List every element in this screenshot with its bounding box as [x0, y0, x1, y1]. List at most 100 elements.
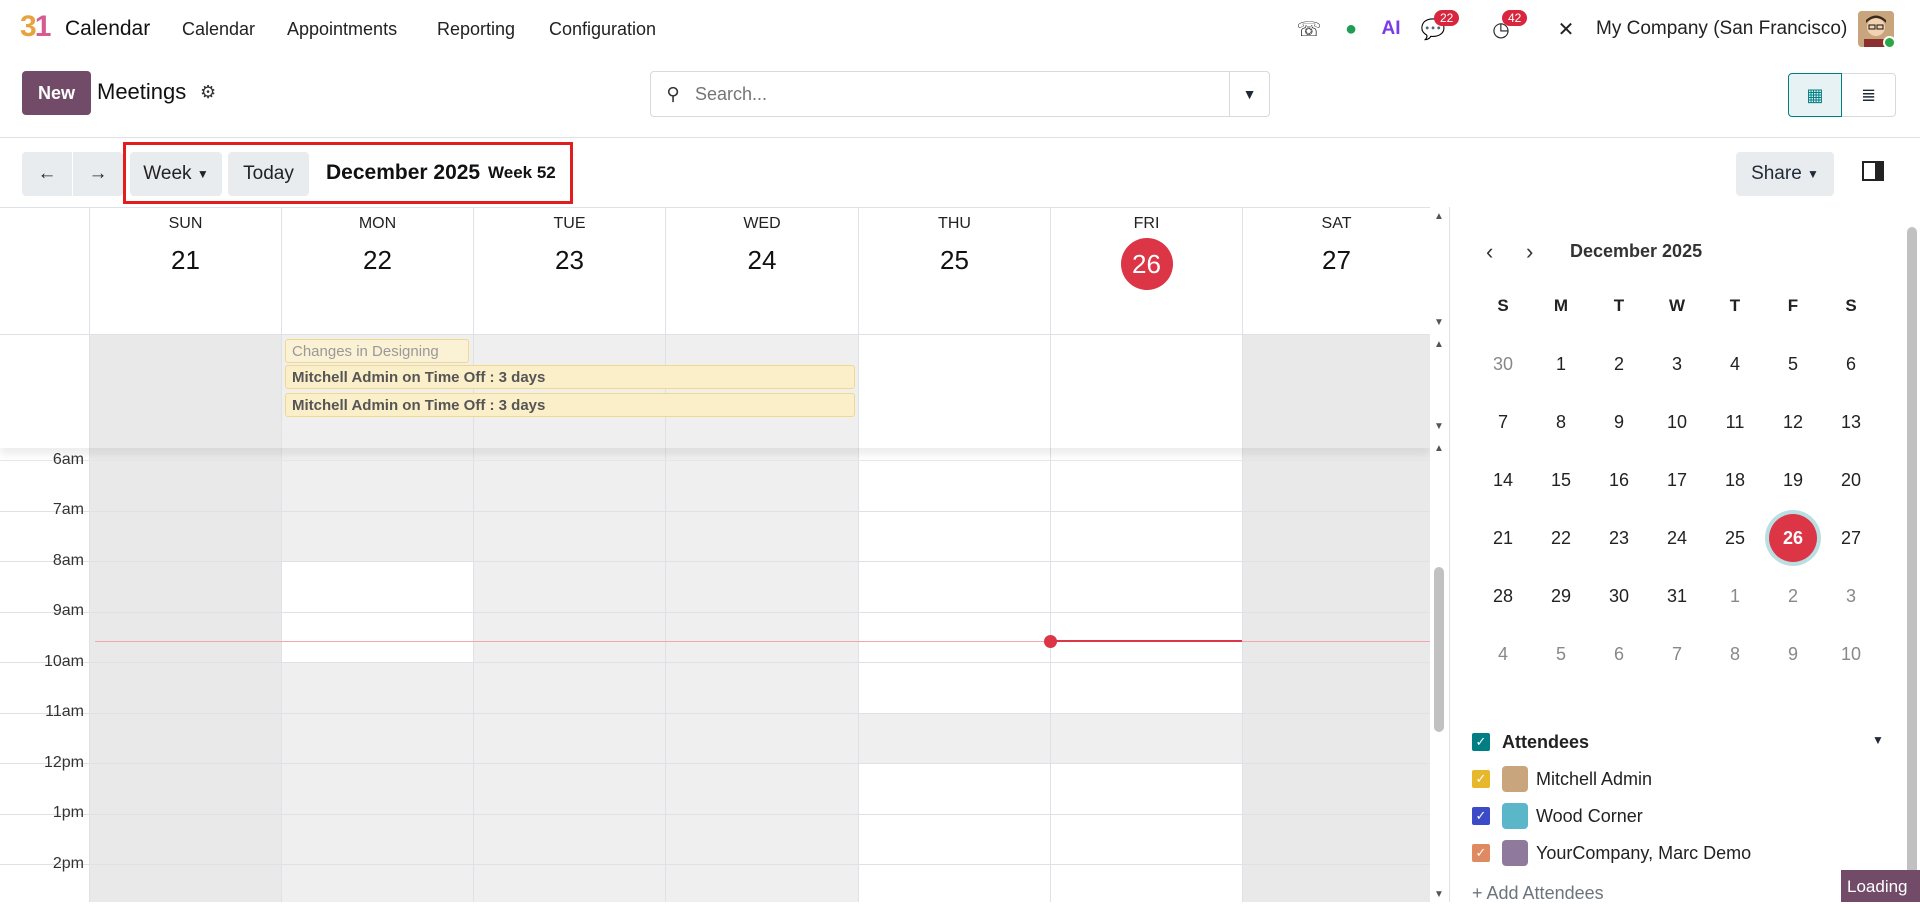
- search-options-toggle[interactable]: ▼: [1229, 72, 1269, 116]
- day-header[interactable]: THU 25: [858, 208, 1050, 334]
- mini-day[interactable]: 1: [1532, 335, 1590, 393]
- mini-day[interactable]: 1: [1706, 567, 1764, 625]
- mini-day[interactable]: 6: [1590, 625, 1648, 683]
- app-name[interactable]: Calendar: [65, 17, 150, 41]
- calendar-app-icon[interactable]: 31: [20, 10, 51, 44]
- search-input[interactable]: [695, 83, 1215, 105]
- side-panel-scrollbar[interactable]: [1905, 207, 1919, 902]
- chat-icon[interactable]: 💬 22: [1420, 10, 1460, 42]
- mini-day[interactable]: 18: [1706, 451, 1764, 509]
- calendar-toolbar: ← → Week ▼ Today December 2025 Week 52 S…: [0, 139, 1920, 207]
- mini-day[interactable]: 13: [1822, 393, 1880, 451]
- mini-day[interactable]: 17: [1648, 451, 1706, 509]
- previous-button[interactable]: ←: [22, 152, 72, 196]
- mini-day[interactable]: 30: [1590, 567, 1648, 625]
- mini-day[interactable]: 25: [1706, 509, 1764, 567]
- mini-day[interactable]: 8: [1706, 625, 1764, 683]
- menu-configuration[interactable]: Configuration: [549, 19, 656, 40]
- mini-day[interactable]: 24: [1648, 509, 1706, 567]
- mini-day[interactable]: 10: [1648, 393, 1706, 451]
- day-header[interactable]: TUE 23: [473, 208, 665, 334]
- list-view-button[interactable]: ≣: [1842, 73, 1896, 117]
- ai-icon[interactable]: AI: [1378, 16, 1404, 42]
- mini-day[interactable]: 28: [1474, 567, 1532, 625]
- check-icon[interactable]: ✓: [1472, 844, 1490, 862]
- hour-label: 12pm: [43, 754, 84, 771]
- mini-day[interactable]: 7: [1474, 393, 1532, 451]
- today-button[interactable]: Today: [228, 152, 309, 196]
- event-chip[interactable]: Mitchell Admin on Time Off : 3 days: [285, 393, 855, 417]
- event-chip[interactable]: Mitchell Admin on Time Off : 3 days: [285, 365, 855, 389]
- next-button[interactable]: →: [73, 152, 123, 196]
- calendar-view-button[interactable]: ▦: [1788, 73, 1842, 117]
- attendees-toggle[interactable]: ✓ Attendees: [1472, 727, 1589, 757]
- today-marker: 26: [1120, 238, 1173, 290]
- share-button[interactable]: Share ▼: [1736, 152, 1834, 196]
- mini-day[interactable]: 23: [1590, 509, 1648, 567]
- day-header[interactable]: SUN 21: [89, 208, 281, 334]
- activity-badge: 42: [1502, 10, 1528, 26]
- calendar-scrollbar[interactable]: ▲ ▼ ▲ ▼ ▲ ▼: [1432, 207, 1446, 902]
- mini-day[interactable]: 2: [1590, 335, 1648, 393]
- mini-day[interactable]: 2: [1764, 567, 1822, 625]
- caret-down-icon[interactable]: ▼: [1872, 733, 1884, 747]
- mini-day[interactable]: 31: [1648, 567, 1706, 625]
- scale-dropdown[interactable]: Week ▼: [130, 152, 222, 196]
- mini-day[interactable]: 4: [1706, 335, 1764, 393]
- mini-day[interactable]: 9: [1764, 625, 1822, 683]
- mini-prev-icon[interactable]: ‹: [1486, 239, 1493, 265]
- mini-day[interactable]: 7: [1648, 625, 1706, 683]
- check-icon[interactable]: ✓: [1472, 770, 1490, 788]
- mini-day[interactable]: 3: [1648, 335, 1706, 393]
- mini-day[interactable]: 30: [1474, 335, 1532, 393]
- avatar: [1502, 840, 1528, 866]
- check-icon[interactable]: ✓: [1472, 733, 1490, 751]
- mini-day[interactable]: 4: [1474, 625, 1532, 683]
- mini-day[interactable]: 19: [1764, 451, 1822, 509]
- new-button[interactable]: New: [22, 71, 91, 115]
- mini-day[interactable]: 12: [1764, 393, 1822, 451]
- menu-calendar[interactable]: Calendar: [182, 19, 255, 40]
- day-header-today[interactable]: FRI 26: [1050, 208, 1242, 334]
- mini-day[interactable]: 27: [1822, 509, 1880, 567]
- globe-icon[interactable]: ●: [1338, 16, 1364, 42]
- day-header[interactable]: WED 24: [665, 208, 858, 334]
- day-header[interactable]: MON 22: [281, 208, 473, 334]
- mini-weekday-head: F: [1787, 296, 1799, 315]
- menu-appointments[interactable]: Appointments: [287, 19, 397, 40]
- add-attendees-link[interactable]: + Add Attendees: [1472, 883, 1604, 904]
- phone-icon[interactable]: ☏: [1296, 16, 1322, 42]
- day-header[interactable]: SAT 27: [1242, 208, 1430, 334]
- mini-day[interactable]: 26: [1764, 509, 1822, 567]
- check-icon[interactable]: ✓: [1472, 807, 1490, 825]
- mini-day[interactable]: 29: [1532, 567, 1590, 625]
- mini-day[interactable]: 3: [1822, 567, 1880, 625]
- mini-day[interactable]: 10: [1822, 625, 1880, 683]
- attendee-item[interactable]: ✓ YourCompany, Marc Demo: [1472, 838, 1751, 868]
- activity-clock-icon[interactable]: ◷ 42: [1488, 10, 1528, 42]
- mini-day[interactable]: 5: [1764, 335, 1822, 393]
- mini-day[interactable]: 16: [1590, 451, 1648, 509]
- mini-day[interactable]: 5: [1532, 625, 1590, 683]
- attendee-item[interactable]: ✓ Wood Corner: [1472, 801, 1643, 831]
- mini-day[interactable]: 8: [1532, 393, 1590, 451]
- mini-day[interactable]: 21: [1474, 509, 1532, 567]
- chat-badge: 22: [1434, 10, 1460, 26]
- mini-day[interactable]: 9: [1590, 393, 1648, 451]
- company-switcher[interactable]: My Company (San Francisco): [1596, 18, 1847, 40]
- tools-icon[interactable]: ✕: [1553, 16, 1579, 42]
- mini-day[interactable]: 15: [1532, 451, 1590, 509]
- breadcrumb: Meetings: [97, 79, 187, 104]
- gear-icon[interactable]: ⚙: [200, 82, 216, 103]
- mini-day[interactable]: 20: [1822, 451, 1880, 509]
- event-chip[interactable]: Changes in Designing: [285, 339, 469, 363]
- menu-reporting[interactable]: Reporting: [437, 19, 515, 40]
- user-avatar[interactable]: [1858, 11, 1894, 47]
- mini-day[interactable]: 6: [1822, 335, 1880, 393]
- mini-next-icon[interactable]: ›: [1526, 239, 1533, 265]
- mini-day[interactable]: 14: [1474, 451, 1532, 509]
- mini-day[interactable]: 22: [1532, 509, 1590, 567]
- attendee-item[interactable]: ✓ Mitchell Admin: [1472, 764, 1652, 794]
- side-panel-toggle-icon[interactable]: [1862, 161, 1884, 181]
- mini-day[interactable]: 11: [1706, 393, 1764, 451]
